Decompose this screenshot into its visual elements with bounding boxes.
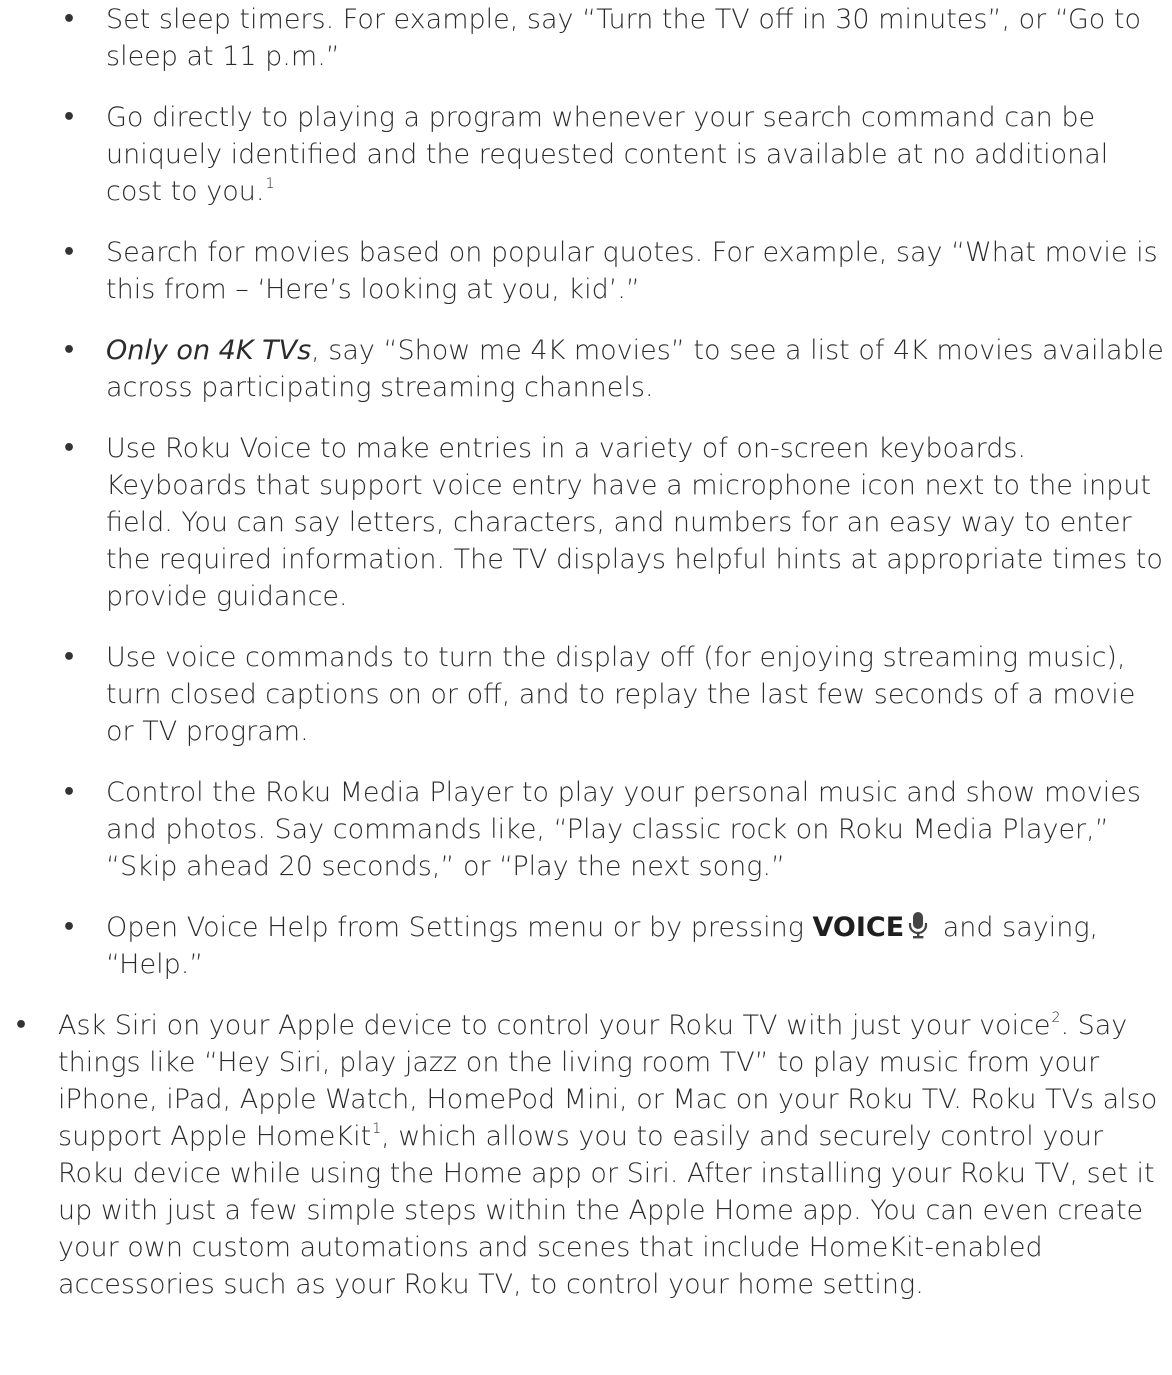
footnote-marker: 1	[372, 1121, 382, 1137]
bullet-marker: •	[62, 915, 77, 940]
list-item-4k-movies: • Only on 4K TVs, say “Show me 4K movies…	[0, 332, 1172, 406]
list-item-voice-help: • Open Voice Help from Settings menu or …	[0, 909, 1172, 983]
bullet-marker: •	[62, 338, 77, 363]
direct-play-text: Go directly to playing a program wheneve…	[106, 102, 1109, 207]
list-item-text: Use voice commands to turn the display o…	[106, 642, 1136, 747]
list-item-movie-quotes: • Search for movies based on popular quo…	[0, 234, 1172, 308]
bullet-marker: •	[62, 240, 77, 265]
list-item-text: Ask Siri on your Apple device to control…	[58, 1007, 1166, 1303]
list-item-siri: • Ask Siri on your Apple device to contr…	[0, 1007, 1172, 1375]
list-item-media-player: • Control the Roku Media Player to play …	[0, 774, 1172, 885]
list-item-text: Search for movies based on popular quote…	[106, 237, 1158, 305]
bullet-marker: •	[14, 1013, 29, 1038]
list-item-text: Use Roku Voice to make entries in a vari…	[106, 433, 1163, 612]
bullet-marker: •	[62, 105, 77, 130]
list-item-text: Go directly to playing a program wheneve…	[106, 99, 1166, 210]
voice-key-label: VOICE	[812, 912, 905, 943]
list-item-display-off: • Use voice commands to turn the display…	[0, 639, 1172, 750]
list-item-sleep-timers: • Set sleep timers. For example, say “Tu…	[0, 1, 1172, 75]
document-page: • Set sleep timers. For example, say “Tu…	[0, 0, 1172, 1375]
list-item-text: Set sleep timers. For example, say “Turn…	[106, 4, 1141, 72]
voice-help-before: Open Voice Help from Settings menu or by…	[106, 912, 813, 943]
microphone-icon	[909, 912, 928, 939]
siri-text-1: Ask Siri on your Apple device to control…	[58, 1010, 1051, 1041]
bullet-marker: •	[62, 7, 77, 32]
bullet-marker: •	[62, 780, 77, 805]
footnote-marker: 1	[265, 176, 275, 192]
bullet-marker: •	[62, 645, 77, 670]
list-item-keyboards: • Use Roku Voice to make entries in a va…	[0, 430, 1172, 615]
list-item-text: Only on 4K TVs, say “Show me 4K movies” …	[106, 332, 1166, 406]
list-item-direct-play: • Go directly to playing a program whene…	[0, 99, 1172, 210]
list-item-text: Open Voice Help from Settings menu or by…	[106, 909, 1166, 983]
emphasis-text: Only on 4K TVs	[106, 335, 312, 366]
bullet-marker: •	[62, 436, 77, 461]
list-item-text: Control the Roku Media Player to play yo…	[106, 777, 1141, 882]
